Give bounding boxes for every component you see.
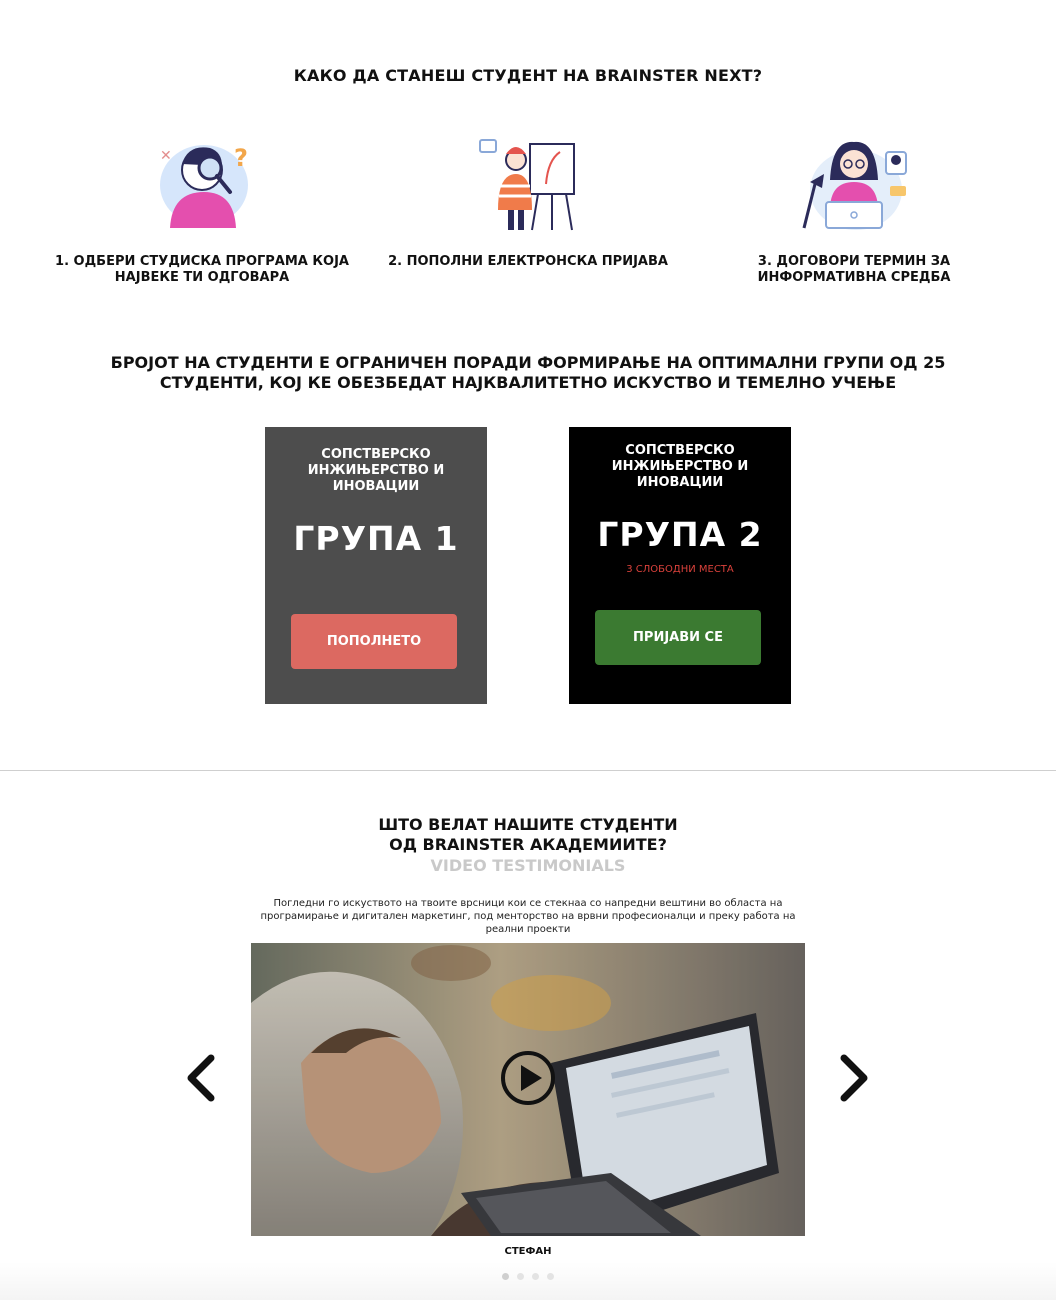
group-card-1: СОПСТВЕРСКО ИНЖИЊЕРСТВО И ИНОВАЦИИ ГРУПА… [265,427,487,704]
group-2-apply-button[interactable]: ПРИЈАВИ СЕ [595,610,761,665]
carousel-dot-3[interactable] [532,1273,539,1280]
svg-text:?: ? [234,144,248,172]
bottom-fade [0,1262,1056,1300]
group-card-2: СОПСТВЕРСКО ИНЖИЊЕРСТВО И ИНОВАЦИИ ГРУПА… [569,427,791,704]
group-2-free-seats: 3 СЛОБОДНИ МЕСТА [626,564,734,575]
group-1-full-button[interactable]: ПОПОЛНЕТО [291,614,457,669]
testimonials-title: ШТО ВЕЛАТ НАШИТЕ СТУДЕНТИ ОД BRAINSTER А… [0,815,1056,855]
group-2-program: СОПСТВЕРСКО ИНЖИЊЕРСТВО И ИНОВАЦИИ [611,443,749,490]
carousel-dot-4[interactable] [547,1273,554,1280]
step-1-label: 1. ОДБЕРИ СТУДИСКА ПРОГРАМА КОЈА НАЈВЕКЕ… [55,254,349,285]
svg-text:✕: ✕ [160,148,172,164]
testimonials-title-line-1: ШТО ВЕЛАТ НАШИТЕ СТУДЕНТИ [378,815,678,834]
carousel-dot-1[interactable] [502,1273,509,1280]
group-1-name: ГРУПА 1 [293,519,459,558]
group-1-program: СОПСТВЕРСКО ИНЖИЊЕРСТВО И ИНОВАЦИИ [307,447,445,494]
group-2-name: ГРУПА 2 [597,515,763,554]
carousel-dot-2[interactable] [517,1273,524,1280]
laptop-chat-illustration-icon [794,130,914,240]
student-name: СТЕФАН [504,1246,552,1257]
video-testimonial-thumbnail[interactable] [251,943,805,1236]
magnifier-person-illustration-icon: ? ✕ [142,130,262,240]
play-icon[interactable] [500,1050,556,1106]
step-3-label: 3. ДОГОВОРИ ТЕРМИН ЗА ИНФОРМАТИВНА СРЕДБ… [757,254,951,285]
testimonials-subtitle: VIDEO TESTIMONIALS [430,856,626,875]
section-divider [0,770,1056,771]
step-fill-application: 2. ПОПОЛНИ ЕЛЕКТРОНСКА ПРИЈАВА [378,130,678,270]
chevron-left-icon[interactable] [183,1052,219,1104]
step-select-program: ? ✕ 1. ОДБЕРИ СТУДИСКА ПРОГРАМА КОЈА НАЈ… [52,130,352,286]
painter-easel-illustration-icon [468,130,588,240]
how-to-title: КАКО ДА СТАНЕШ СТУДЕНТ НА BRAINSTER NEXT… [293,66,763,85]
step-book-meeting: 3. ДОГОВОРИ ТЕРМИН ЗА ИНФОРМАТИВНА СРЕДБ… [704,130,1004,286]
step-2-label: 2. ПОПОЛНИ ЕЛЕКТРОНСКА ПРИЈАВА [388,254,668,269]
testimonials-title-line-2: ОД BRAINSTER АКАДЕМИИТЕ? [389,835,667,854]
group-limit-title: БРОЈОТ НА СТУДЕНТИ Е ОГРАНИЧЕН ПОРАДИ ФО… [110,353,946,392]
carousel-dots [502,1273,554,1280]
chevron-right-icon[interactable] [836,1052,872,1104]
testimonials-description: Погледни го искуството на твоите врсници… [260,898,796,935]
